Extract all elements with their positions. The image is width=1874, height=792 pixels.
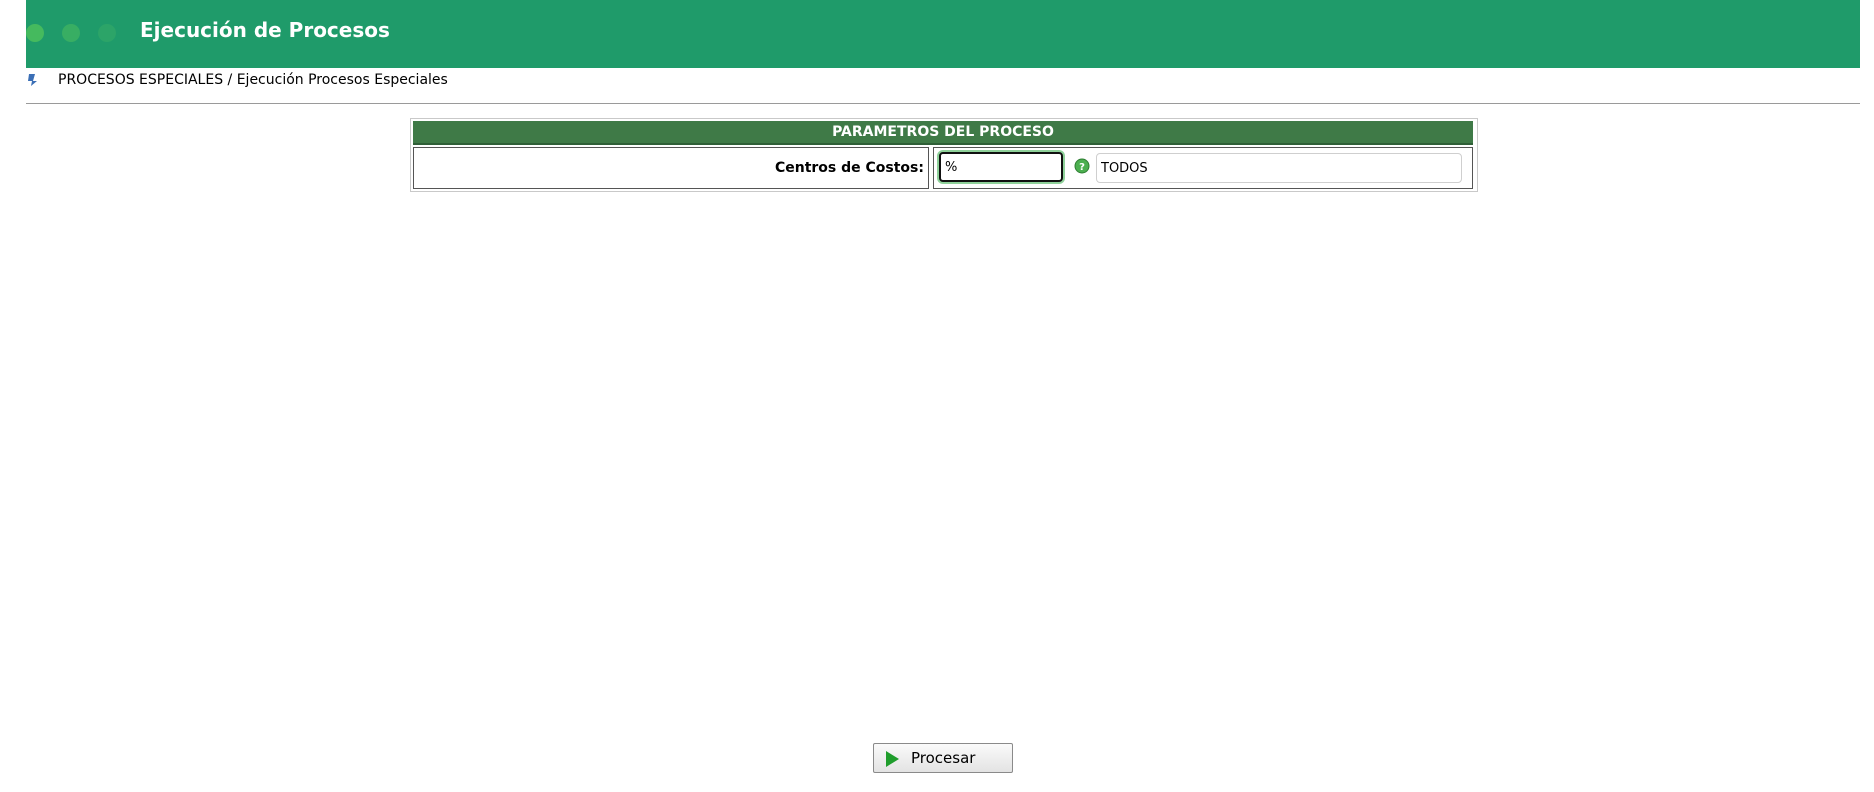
- panel-title: PARAMETROS DEL PROCESO: [413, 121, 1473, 145]
- svg-text:?: ?: [1079, 162, 1085, 173]
- process-button-label: Procesar: [911, 749, 976, 767]
- decorative-dot: [26, 24, 44, 42]
- process-button[interactable]: Procesar: [873, 743, 1013, 773]
- app-header: Ejecución de Procesos: [26, 0, 1860, 68]
- help-icon[interactable]: ?: [1074, 158, 1090, 174]
- play-icon: [886, 751, 899, 767]
- cost-centers-label: Centros de Costos:: [774, 160, 924, 176]
- breadcrumb: PROCESOS ESPECIALES / Ejecución Procesos…: [58, 72, 448, 88]
- page-title: Ejecución de Procesos: [140, 18, 390, 42]
- info-icon: [26, 72, 40, 86]
- page: Ejecución de Procesos PROCESOS ESPECIALE…: [0, 0, 1874, 792]
- divider: [26, 103, 1860, 104]
- cost-center-description-field[interactable]: [1096, 153, 1462, 183]
- decorative-dot: [98, 24, 116, 42]
- field-label-cell: Centros de Costos:: [413, 147, 929, 189]
- decorative-dot: [62, 24, 80, 42]
- field-input-cell: ?: [933, 147, 1473, 189]
- parameters-panel: PARAMETROS DEL PROCESO Centros de Costos…: [410, 118, 1478, 192]
- cost-center-code-input[interactable]: [939, 152, 1063, 182]
